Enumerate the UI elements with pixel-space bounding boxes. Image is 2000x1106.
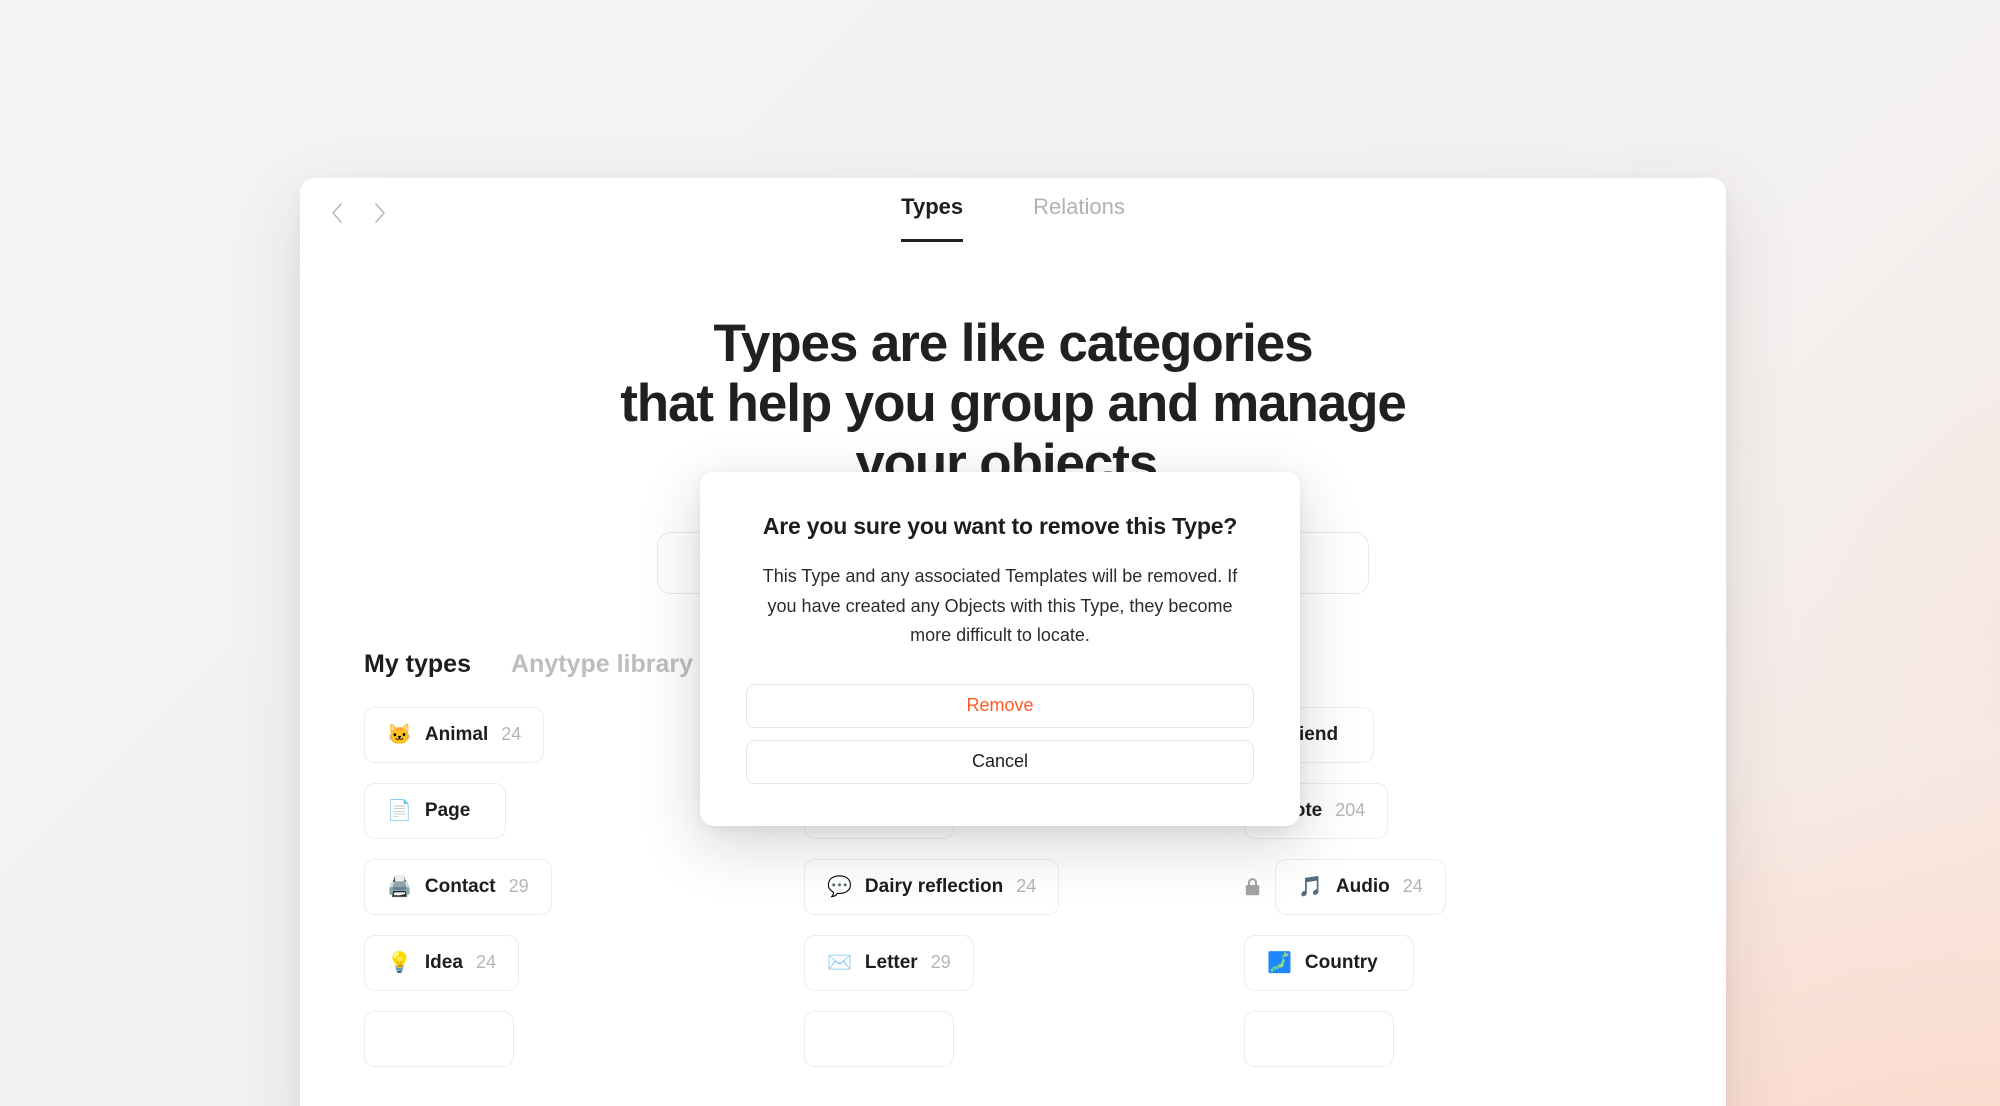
type-card-label: Animal <box>424 723 489 745</box>
type-card-count: 24 <box>475 952 496 973</box>
section-tab-my-types[interactable]: My types <box>364 650 471 679</box>
grid-cell: 🖨️ Contact 29 <box>364 858 788 915</box>
envelope-icon: ✉️ <box>827 951 852 974</box>
map-of-japan-icon: 🗾 <box>1267 951 1292 974</box>
type-card-letter[interactable]: ✉️ Letter 29 <box>804 934 974 991</box>
dialog-actions: Remove Cancel <box>746 683 1254 784</box>
grid-cell: ✉️ Letter 29 <box>804 934 1228 991</box>
page-title: Types are like categories that help you … <box>300 314 1726 494</box>
page-title-line-1: Types are like categories <box>713 314 1313 373</box>
tab-types[interactable]: Types <box>901 194 963 242</box>
type-card-contact[interactable]: 🖨️ Contact 29 <box>364 858 552 915</box>
grid-cell: Friend <box>1244 706 1668 763</box>
tab-relations[interactable]: Relations <box>1033 194 1125 242</box>
grid-cell <box>1244 1010 1668 1067</box>
grid-cell: 🎵 Audio 24 <box>1244 858 1668 915</box>
type-card-count: 24 <box>501 724 522 745</box>
screen-background: Types Relations Types are like categorie… <box>0 0 2000 1106</box>
speech-balloon-icon: 💬 <box>827 875 852 898</box>
dialog-body-text: This Type and any associated Templates w… <box>762 566 1238 645</box>
page-title-line-2: that help you group and manage <box>620 373 1407 433</box>
main-tabs: Types Relations <box>300 194 1726 242</box>
section-tab-anytype-library[interactable]: Anytype library <box>511 650 693 679</box>
cat-face-icon: 🐱 <box>387 723 412 746</box>
type-card-clipped-3[interactable] <box>1244 1010 1394 1067</box>
remove-button[interactable]: Remove <box>746 683 1254 728</box>
type-card-label: Dairy reflection <box>864 875 1004 897</box>
type-card-clipped-1[interactable] <box>364 1010 514 1067</box>
window-topbar: Types Relations <box>300 178 1726 256</box>
type-card-count: 24 <box>1016 876 1037 897</box>
type-card-audio[interactable]: 🎵 Audio 24 <box>1275 858 1446 915</box>
type-card-idea[interactable]: 💡 Idea 24 <box>364 934 519 991</box>
dialog-title: Are you sure you want to remove this Typ… <box>762 513 1238 539</box>
tab-types-label: Types <box>901 194 964 219</box>
grid-cell <box>804 1010 1228 1067</box>
type-card-clipped-2[interactable] <box>804 1010 954 1067</box>
type-card-page[interactable]: 📄 Page <box>364 782 507 839</box>
remove-type-dialog: Are you sure you want to remove this Typ… <box>700 472 1300 826</box>
light-bulb-icon: 💡 <box>387 951 412 974</box>
type-card-animal[interactable]: 🐱 Animal 24 <box>364 706 545 763</box>
type-card-label: Audio <box>1335 875 1390 897</box>
grid-cell: Note 204 <box>1244 782 1668 839</box>
grid-cell <box>364 1010 788 1067</box>
page-document-icon: 📄 <box>387 799 412 822</box>
type-card-label: Country <box>1304 951 1378 973</box>
tab-relations-label: Relations <box>1033 194 1125 219</box>
type-card-count: 29 <box>930 952 951 973</box>
cancel-button[interactable]: Cancel <box>746 739 1254 784</box>
type-card-label: Page <box>424 799 471 821</box>
type-card-dairy-reflection[interactable]: 💬 Dairy reflection 24 <box>804 858 1060 915</box>
type-card-count: 204 <box>1335 800 1366 821</box>
grid-cell: 💬 Dairy reflection 24 <box>804 858 1228 915</box>
type-card-label: Idea <box>424 951 463 973</box>
lock-icon <box>1244 877 1261 897</box>
type-card-count: 24 <box>1402 876 1423 897</box>
printer-icon: 🖨️ <box>387 875 412 898</box>
grid-cell: 💡 Idea 24 <box>364 934 788 991</box>
type-card-country[interactable]: 🗾 Country <box>1244 934 1414 991</box>
type-card-label: Letter <box>864 951 918 973</box>
grid-cell: 🗾 Country <box>1244 934 1668 991</box>
type-card-count: 29 <box>508 876 529 897</box>
musical-note-icon: 🎵 <box>1298 875 1323 898</box>
type-card-label: Contact <box>424 875 496 897</box>
